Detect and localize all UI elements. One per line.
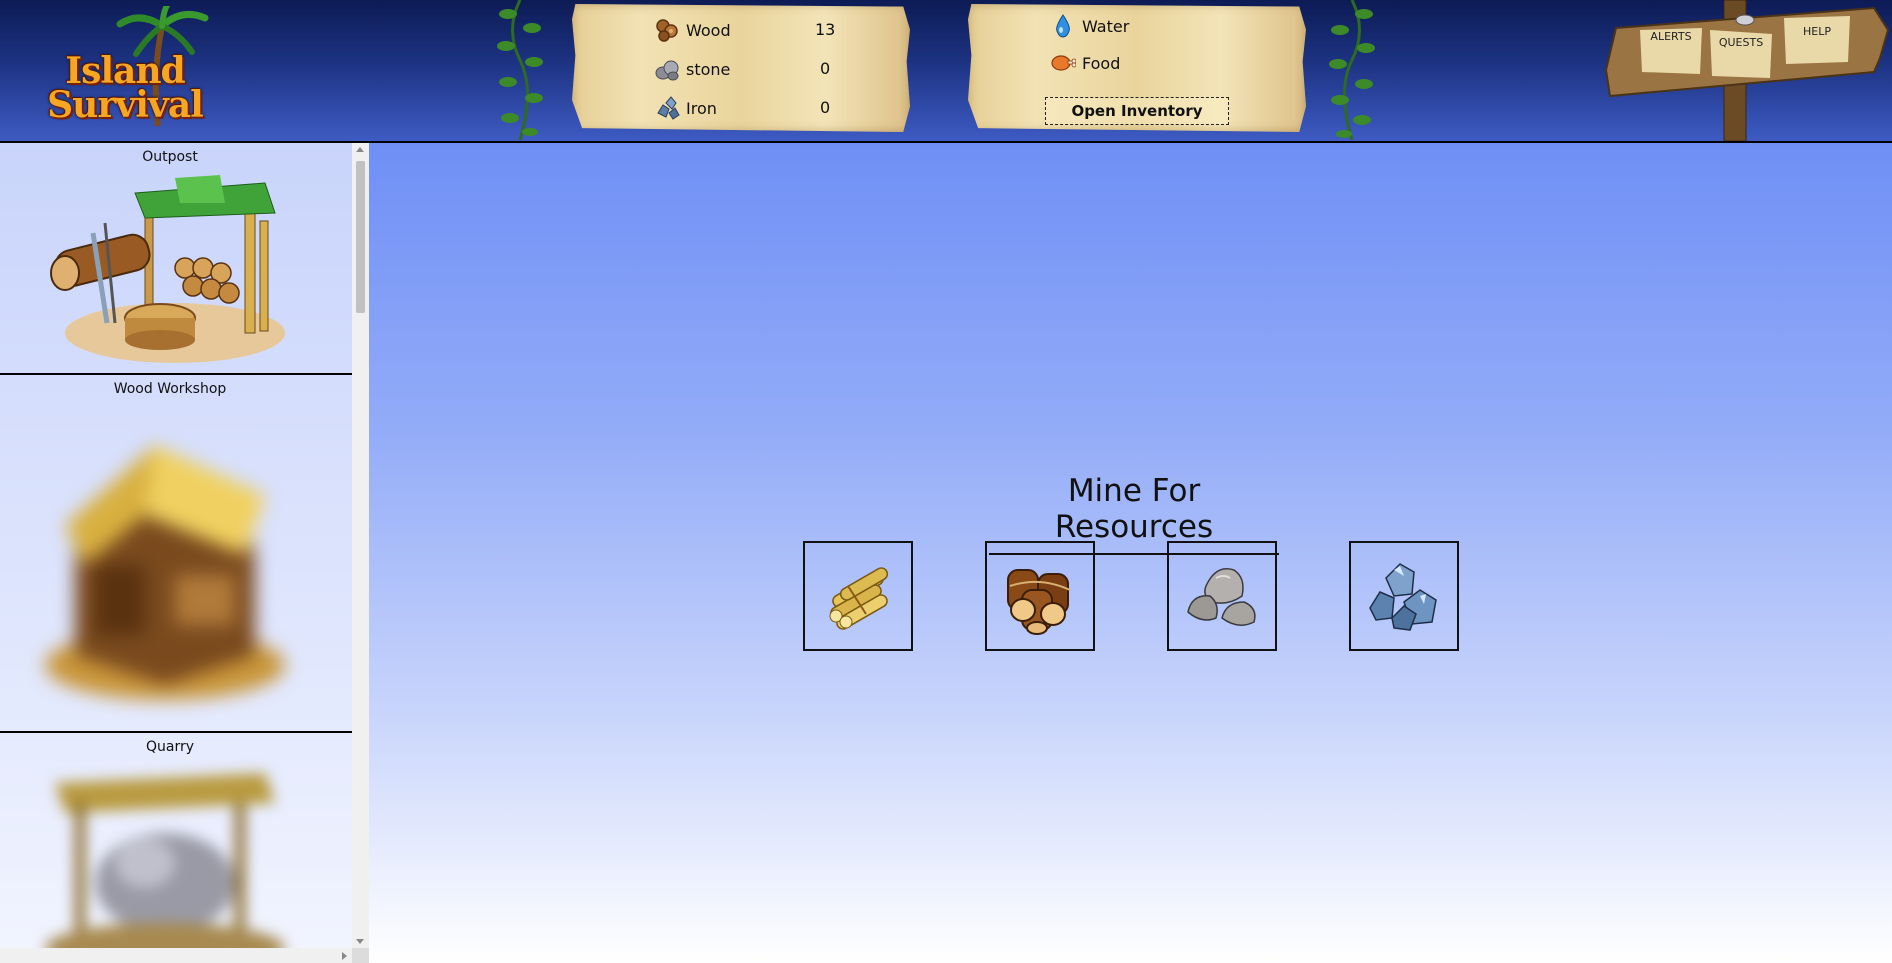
need-label-food: Food (1082, 53, 1121, 73)
signpost-graphic (1604, 0, 1890, 142)
bamboo-icon (829, 567, 889, 630)
sidebar-horizontal-scrollbar[interactable] (0, 948, 352, 963)
resource-label-wood: Wood (686, 20, 731, 40)
logo-line-1: Island (65, 50, 185, 92)
signpost: ALERTS QUESTS HELP (1604, 0, 1892, 142)
vine-decoration (1329, 0, 1375, 140)
rocks-icon (1187, 568, 1256, 626)
building-title: Wood Workshop (113, 381, 227, 397)
sidebar-vertical-scrollbar[interactable] (352, 143, 369, 948)
iron-icon (657, 96, 680, 120)
need-row-food: Food (1050, 48, 1120, 78)
resource-value-iron: 0 (820, 98, 831, 117)
logo-text: Island Survival (40, 50, 210, 126)
mine-rocks-button[interactable] (1167, 541, 1277, 651)
scrollbar-corner (352, 948, 369, 963)
wood-workshop-image (45, 445, 285, 700)
iron-ore-icon (1369, 563, 1437, 631)
mine-bamboo-button[interactable] (803, 541, 913, 651)
meat-icon (1051, 55, 1076, 71)
mine-logs-button[interactable] (985, 541, 1095, 651)
outpost-image (50, 175, 285, 363)
need-label-water: Water (1082, 16, 1130, 36)
building-card-outpost[interactable]: Outpost (0, 143, 352, 375)
logo-line-2: Survival (47, 84, 204, 126)
alerts-button[interactable]: ALERTS (1643, 30, 1699, 43)
resource-row-stone: stone (654, 54, 730, 84)
main-area: Mine For Resources (369, 143, 1892, 963)
materials-panel (572, 4, 910, 132)
open-inventory-button[interactable]: Open Inventory (1045, 97, 1229, 125)
quarry-image (45, 773, 285, 948)
vine-decoration (497, 0, 543, 140)
need-row-water: Water (1050, 11, 1129, 41)
scroll-thumb[interactable] (356, 161, 365, 313)
building-card-wood-workshop[interactable]: Wood Workshop (0, 375, 352, 733)
help-button[interactable]: HELP (1789, 25, 1845, 38)
scroll-down-arrow-icon[interactable] (356, 939, 364, 944)
resource-value-wood: 13 (815, 20, 836, 39)
top-bar: Island Survival Wood 13 stone 0 Iron 0 W… (0, 0, 1892, 143)
resource-label-iron: Iron (686, 98, 717, 118)
mine-iron-button[interactable] (1349, 541, 1459, 651)
wood-icon (656, 19, 678, 42)
resource-row-wood: Wood (654, 15, 731, 45)
logs-icon (1007, 569, 1071, 635)
quests-button[interactable]: QUESTS (1713, 36, 1769, 49)
building-title: Outpost (142, 149, 198, 165)
game-logo: Island Survival (40, 6, 210, 136)
building-title: Quarry (145, 739, 195, 755)
resource-row-iron: Iron (654, 93, 717, 123)
resource-label-stone: stone (686, 59, 731, 79)
scroll-right-arrow-icon[interactable] (342, 952, 347, 960)
scroll-up-arrow-icon[interactable] (356, 147, 364, 152)
building-card-quarry[interactable]: Quarry (0, 733, 352, 948)
water-drop-icon (1056, 14, 1070, 38)
stone-icon (655, 60, 679, 81)
resource-value-stone: 0 (820, 59, 831, 78)
buildings-sidebar: Outpost Wood Workshop Quarry (0, 143, 352, 948)
